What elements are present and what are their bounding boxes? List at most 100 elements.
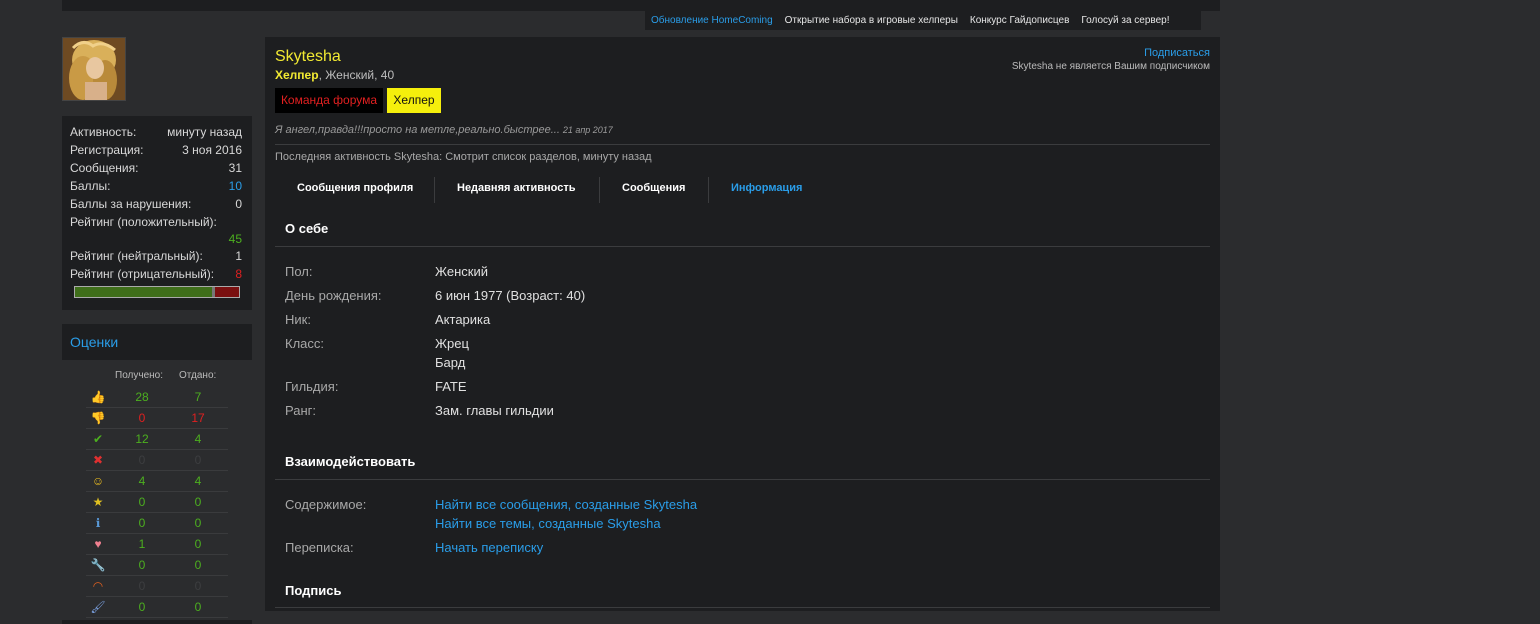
grade-given[interactable]: 0 (182, 516, 214, 530)
about-nick-label: Ник: (285, 312, 311, 327)
grades-title[interactable]: Оценки (70, 334, 118, 350)
stat-points: Баллы: 10 (70, 179, 242, 193)
rating-bar (74, 286, 240, 298)
grade-row: 👎 0 17 (86, 408, 228, 429)
grade-given[interactable]: 7 (182, 390, 214, 404)
heart-icon: ♥ (94, 537, 102, 551)
divider (275, 607, 1210, 608)
follow-note: Skytesha не является Вашим подписчиком (1011, 61, 1210, 72)
grade-given[interactable]: 4 (182, 432, 214, 446)
about-class-label: Класс: (285, 336, 324, 351)
brush-icon: 🖌 (90, 600, 106, 614)
notice-link-helpers[interactable]: Открытие набора в игровые хелперы (779, 15, 964, 26)
follow-link[interactable]: Подписаться (1012, 47, 1210, 59)
stat-violations: Баллы за нарушения: 0 (70, 197, 242, 211)
grade-received[interactable]: 12 (126, 432, 158, 446)
grade-row: ◠ 0 0 (86, 576, 228, 597)
about-birthday-label: День рождения: (285, 288, 382, 303)
tab-separator (708, 177, 709, 203)
grade-received[interactable]: 1 (126, 537, 158, 551)
medal-icon: ★ (92, 495, 104, 509)
grade-received[interactable]: 0 (126, 579, 158, 593)
grade-given[interactable]: 0 (182, 558, 214, 572)
grades-table: Получено: Отдано: 👍 28 7 👎 0 17 ✔ 12 4 ✖ 0 0 ☺ 4 4 ★ 0 0 ℹ… (62, 360, 252, 620)
stat-rating-positive: 45 (228, 232, 242, 246)
divider (275, 479, 1210, 480)
thumbs-down-icon: 👎 (90, 411, 106, 425)
grade-given[interactable]: 17 (182, 411, 214, 425)
grade-received[interactable]: 4 (126, 474, 158, 488)
tab-information[interactable]: Информация (731, 179, 802, 201)
grade-received[interactable]: 0 (126, 516, 158, 530)
cross-icon: ✖ (92, 453, 104, 467)
grade-row: ♥ 1 0 (86, 534, 228, 555)
stat-activity: Активность: минуту назад (70, 125, 242, 139)
grade-given[interactable]: 0 (182, 579, 214, 593)
grade-row: ★ 0 0 (86, 492, 228, 513)
grade-given[interactable]: 4 (182, 474, 214, 488)
last-activity: Последняя активность Skytesha: Смотрит с… (275, 151, 652, 163)
grade-received[interactable]: 28 (126, 390, 158, 404)
tab-profile-posts[interactable]: Сообщения профиля (297, 179, 413, 201)
notice-links: Обновление HomeComing Открытие набора в … (645, 11, 1201, 30)
tab-messages[interactable]: Сообщения (622, 179, 685, 201)
about-guild-label: Гильдия: (285, 379, 339, 394)
follow-block: Подписаться Skytesha не является Вашим п… (1012, 47, 1210, 72)
grade-given[interactable]: 0 (182, 453, 214, 467)
grade-row: ℹ 0 0 (86, 513, 228, 534)
tab-separator (599, 177, 600, 203)
status-date: 21 апр 2017 (562, 125, 613, 135)
about-birthday-value: 6 июн 1977 (Возраст: 40) (435, 288, 586, 303)
start-conversation-link[interactable]: Начать переписку (435, 538, 543, 557)
grade-received[interactable]: 0 (126, 558, 158, 572)
grades-given-header: Отдано: (179, 370, 217, 381)
content-links: Найти все сообщения, созданные Skytesha … (435, 495, 697, 533)
stat-messages: Сообщения: 31 (70, 161, 242, 175)
grade-row: 🔧 0 0 (86, 555, 228, 576)
profile-main: Skytesha Хелпер, Женский, 40 Команда фор… (265, 37, 1220, 611)
conversation-value: Начать переписку (435, 538, 543, 557)
grade-given[interactable]: 0 (182, 537, 214, 551)
about-guild-value: FATE (435, 379, 467, 394)
grades-panel: Оценки Получено: Отдано: 👍 28 7 👎 0 17 ✔ 12 4 ✖ 0 0… (62, 324, 252, 624)
signature-heading: Подпись (285, 583, 342, 598)
tab-recent-activity[interactable]: Недавняя активность (457, 179, 575, 201)
about-rank-label: Ранг: (285, 403, 317, 418)
grade-row: 🖌 0 0 (86, 597, 228, 618)
grade-received[interactable]: 0 (126, 411, 158, 425)
grade-received[interactable]: 0 (126, 600, 158, 614)
stat-registration: Регистрация: 3 ноя 2016 (70, 143, 242, 157)
stat-rating-negative: Рейтинг (отрицательный): 8 (70, 267, 242, 281)
profile-user-title: Хелпер, Женский, 40 (275, 68, 395, 82)
profile-username: Skytesha (275, 48, 341, 65)
avatar[interactable] (62, 37, 126, 101)
rainbow-icon: ◠ (92, 579, 104, 593)
notice-link-homecoming[interactable]: Обновление HomeComing (645, 15, 779, 26)
grade-given[interactable]: 0 (182, 600, 214, 614)
tab-separator (434, 177, 435, 203)
grade-given[interactable]: 0 (182, 495, 214, 509)
about-class-value: Жрец Бард (435, 336, 469, 370)
grade-received[interactable]: 0 (126, 495, 158, 509)
rating-bar-negative (214, 287, 239, 297)
find-all-threads-link[interactable]: Найти все темы, созданные Skytesha (435, 514, 697, 533)
notice-link-vote[interactable]: Голосуй за сервер! (1075, 15, 1175, 26)
grade-row: ☺ 4 4 (86, 471, 228, 492)
stat-rating-positive-label: Рейтинг (положительный): (70, 215, 217, 229)
divider (275, 246, 1210, 247)
grade-received[interactable]: 0 (126, 453, 158, 467)
about-gender-label: Пол: (285, 264, 313, 279)
wrench-icon: 🔧 (90, 558, 106, 572)
smile-icon: ☺ (91, 474, 105, 488)
conversation-label: Переписка: (285, 540, 354, 555)
about-heading: О себе (285, 221, 329, 236)
notice-link-guides[interactable]: Конкурс Гайдописцев (964, 15, 1076, 26)
about-rank-value: Зам. главы гильдии (435, 403, 554, 418)
divider (275, 144, 1210, 145)
interact-heading: Взаимодействовать (285, 454, 416, 469)
find-all-posts-link[interactable]: Найти все сообщения, созданные Skytesha (435, 495, 697, 514)
banner-helper: Хелпер (387, 88, 441, 113)
top-strip (62, 0, 1220, 11)
info-icon: ℹ (95, 516, 101, 530)
check-icon: ✔ (92, 432, 104, 446)
